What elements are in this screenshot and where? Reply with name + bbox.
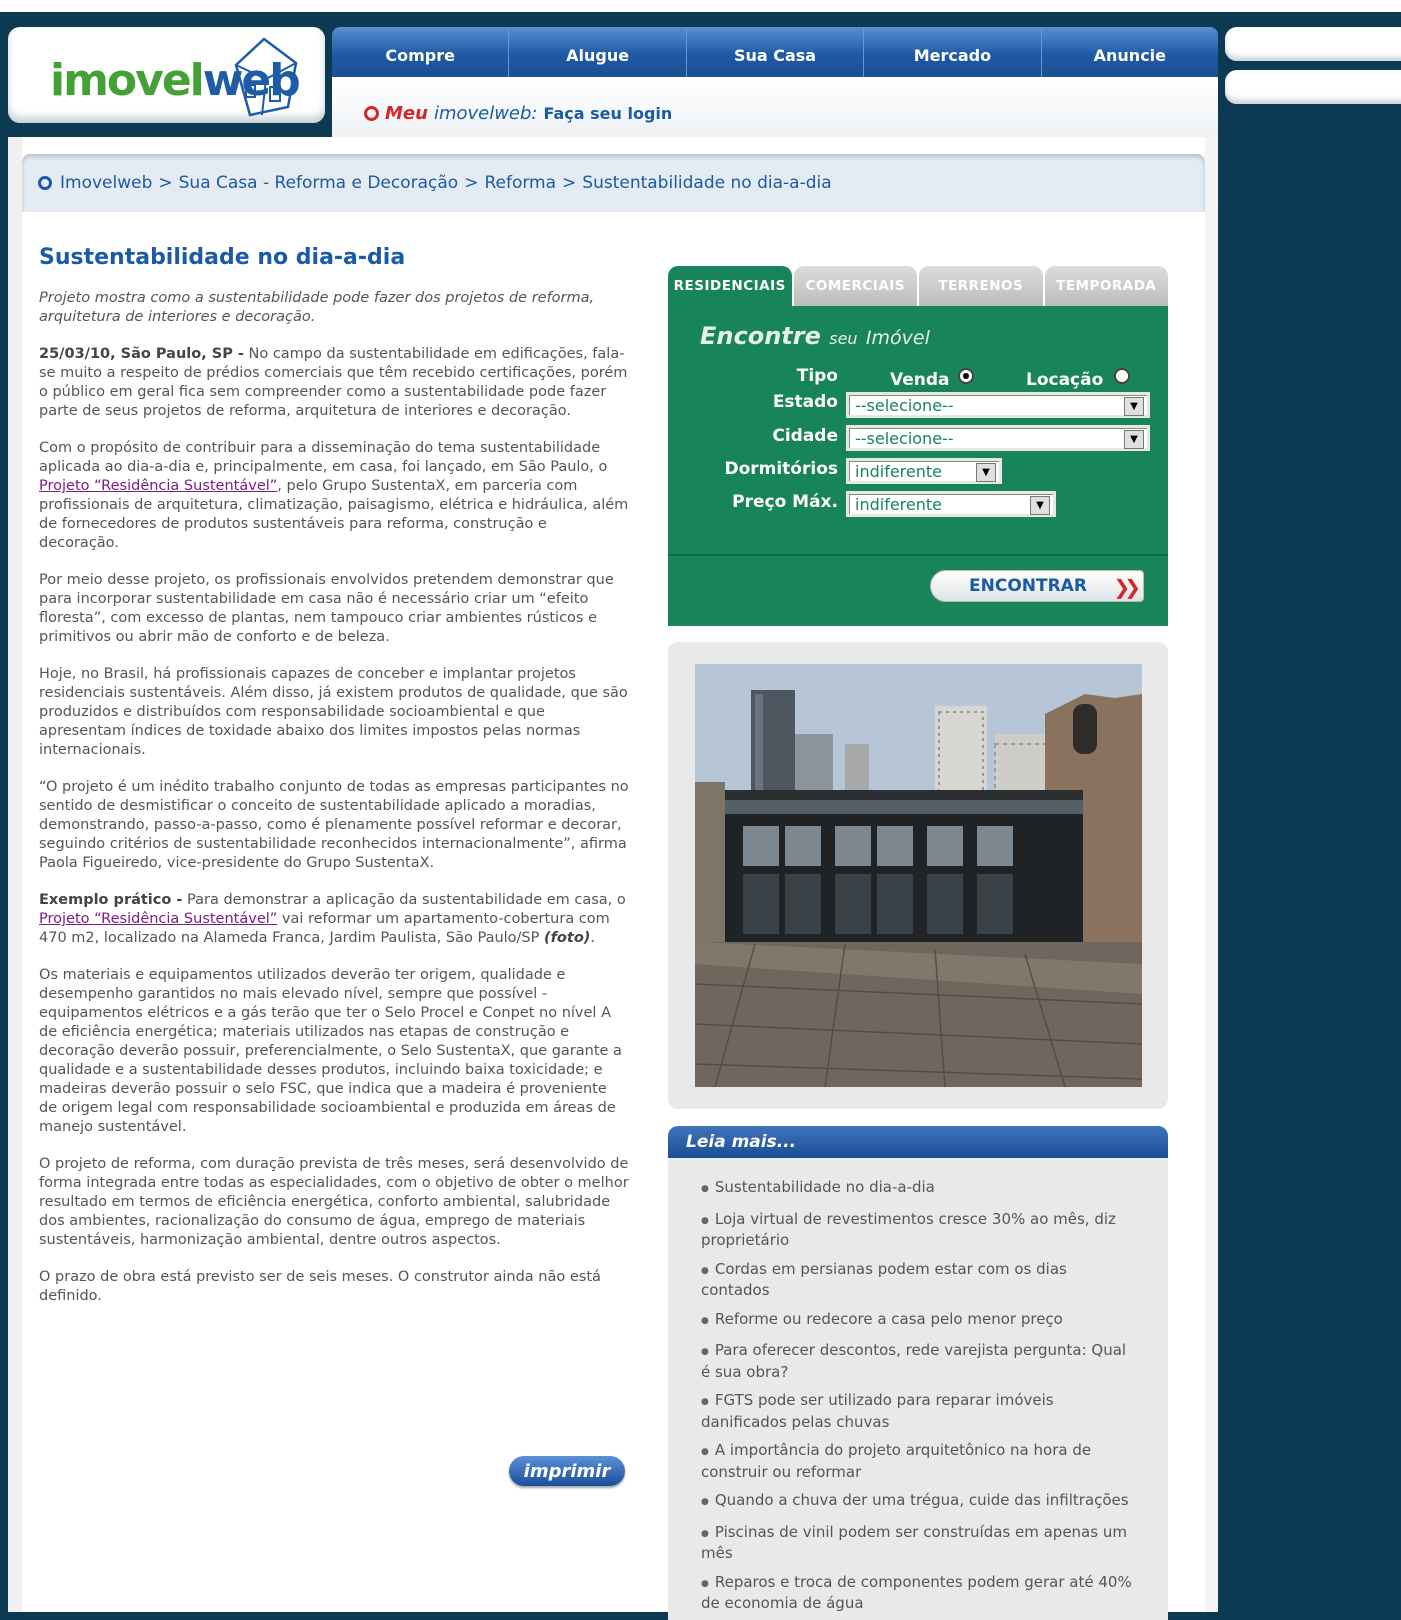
logo[interactable]: imovelweb xyxy=(8,27,325,123)
chevron-down-icon: ▼ xyxy=(1124,397,1144,416)
breadcrumb-separator: > xyxy=(158,173,173,193)
find-button[interactable]: ENCONTRAR ❯❯ xyxy=(930,570,1144,602)
list-item: Para oferecer descontos, rede varejista … xyxy=(701,1341,1140,1381)
tipo-label: Tipo xyxy=(796,366,838,386)
photo-panel xyxy=(668,642,1168,1109)
login-link[interactable]: Meu imovelweb: Faça seu login xyxy=(364,103,672,124)
search-form: Encontre seu Imóvel Tipo Venda Locação E… xyxy=(668,306,1168,626)
login-action: Faça seu login xyxy=(543,104,673,123)
tab-temporada[interactable]: TEMPORADA xyxy=(1044,266,1168,306)
cidade-select[interactable]: --selecione-- ▼ xyxy=(846,425,1150,451)
related-article-link[interactable]: Reforme ou redecore a casa pelo menor pr… xyxy=(715,1310,1063,1328)
related-articles-list: Sustentabilidade no dia-a-dia Loja virtu… xyxy=(668,1158,1168,1613)
breadcrumb-reforma[interactable]: Reforma xyxy=(484,173,556,193)
breadcrumb-separator: > xyxy=(464,173,479,193)
leia-mais-header: Leia mais... xyxy=(668,1126,1168,1158)
article-paragraph: “O projeto é um inédito trabalho conjunt… xyxy=(39,779,629,871)
tab-comerciais[interactable]: COMERCIAIS xyxy=(793,266,917,306)
property-tabs: RESIDENCIAIS COMERCIAIS TERRENOS TEMPORA… xyxy=(668,266,1168,306)
estado-select[interactable]: --selecione-- ▼ xyxy=(846,392,1150,418)
chevron-down-icon: ▼ xyxy=(976,463,996,482)
bullet-icon xyxy=(38,176,52,190)
tab-residenciais[interactable]: RESIDENCIAIS xyxy=(668,266,792,306)
dormitorios-select[interactable]: indiferente ▼ xyxy=(846,458,1002,484)
breadcrumb-current[interactable]: Sustentabilidade no dia-a-dia xyxy=(582,173,831,193)
house-logo-icon xyxy=(234,37,298,117)
print-button[interactable]: imprimir xyxy=(509,1456,625,1486)
login-brand: imovelweb: xyxy=(433,103,538,124)
dormitorios-label: Dormitórios xyxy=(724,459,838,479)
venda-radio[interactable] xyxy=(958,368,974,384)
article-paragraph: Hoje, no Brasil, há profissionais capaze… xyxy=(39,666,628,758)
bullet-icon xyxy=(364,106,379,121)
venda-label: Venda xyxy=(890,370,950,390)
search-title: Encontre seu Imóvel xyxy=(700,322,930,350)
chevron-down-icon: ▼ xyxy=(1030,496,1050,515)
project-link[interactable]: Projeto “Residência Sustentável” xyxy=(39,911,277,927)
related-article-link[interactable]: Cordas em persianas podem estar com os d… xyxy=(701,1260,1067,1300)
content-right-shadow xyxy=(1205,137,1218,1612)
list-item: Quando a chuva der uma trégua, cuide das… xyxy=(701,1491,1140,1513)
leia-mais-panel: Sustentabilidade no dia-a-dia Loja virtu… xyxy=(668,1158,1168,1620)
list-item: Cordas em persianas podem estar com os d… xyxy=(701,1260,1140,1300)
related-article-link[interactable]: Loja virtual de revestimentos cresce 30%… xyxy=(701,1210,1116,1250)
related-article-link[interactable]: FGTS pode ser utilizado para reparar imó… xyxy=(701,1391,1054,1431)
list-item: A importância do projeto arquitetônico n… xyxy=(701,1441,1140,1481)
preco-select[interactable]: indiferente ▼ xyxy=(846,491,1056,517)
breadcrumb-sua-casa[interactable]: Sua Casa - Reforma e Decoração xyxy=(179,173,459,193)
related-article-link[interactable]: A importância do projeto arquitetônico n… xyxy=(701,1441,1091,1481)
nav-anuncie[interactable]: Anuncie xyxy=(1042,27,1218,77)
divider xyxy=(668,554,1168,556)
article-paragraph: Com o propósito de contribuir para a dis… xyxy=(39,440,629,551)
left-border xyxy=(0,12,8,1620)
article-paragraph: O projeto de reforma, com duração previs… xyxy=(39,1156,629,1248)
article-paragraph: O prazo de obra está previsto ser de sei… xyxy=(39,1269,601,1304)
article-paragraph: 25/03/10, São Paulo, SP - No campo da su… xyxy=(39,346,628,419)
sub-nav: Meu imovelweb: Faça seu login xyxy=(332,77,1218,137)
related-article-link[interactable]: Para oferecer descontos, rede varejista … xyxy=(701,1341,1126,1381)
cidade-label: Cidade xyxy=(772,426,838,446)
nav-mercado[interactable]: Mercado xyxy=(864,27,1042,77)
tab-terrenos[interactable]: TERRENOS xyxy=(919,266,1043,306)
estado-label: Estado xyxy=(772,392,838,412)
main-nav: Compre Alugue Sua Casa Mercado Anuncie xyxy=(332,27,1218,77)
locacao-radio[interactable] xyxy=(1114,368,1130,384)
breadcrumb-separator: > xyxy=(562,173,577,193)
article: Sustentabilidade no dia-a-dia Projeto mo… xyxy=(39,245,629,1324)
list-item: Loja virtual de revestimentos cresce 30%… xyxy=(701,1210,1140,1250)
list-item: FGTS pode ser utilizado para reparar imó… xyxy=(701,1391,1140,1431)
right-background xyxy=(1218,12,1401,1620)
locacao-label: Locação xyxy=(1026,370,1104,390)
preco-label: Preço Máx. xyxy=(732,492,838,512)
project-link[interactable]: Projeto “Residência Sustentável” xyxy=(39,478,277,494)
related-article-link[interactable]: Sustentabilidade no dia-a-dia xyxy=(715,1178,935,1196)
list-item: Reparos e troca de componentes podem ger… xyxy=(701,1573,1140,1613)
breadcrumb: Imovelweb > Sua Casa - Reforma e Decoraç… xyxy=(22,154,1205,212)
article-lead: Projeto mostra como a sustentabilidade p… xyxy=(39,290,595,325)
list-item: Sustentabilidade no dia-a-dia xyxy=(701,1178,1140,1200)
article-title: Sustentabilidade no dia-a-dia xyxy=(39,245,406,270)
list-item: Reforme ou redecore a casa pelo menor pr… xyxy=(701,1310,1140,1332)
breadcrumb-home[interactable]: Imovelweb xyxy=(60,173,152,193)
chevron-right-icon: ❯❯ xyxy=(1113,575,1140,599)
header-pill-bottom xyxy=(1225,70,1401,104)
article-paragraph: Exemplo prático - Para demonstrar a apli… xyxy=(39,892,626,946)
content-left-shadow xyxy=(8,137,22,1612)
related-article-link[interactable]: Quando a chuva der uma trégua, cuide das… xyxy=(715,1491,1129,1509)
nav-alugue[interactable]: Alugue xyxy=(509,27,687,77)
chevron-down-icon: ▼ xyxy=(1124,430,1144,449)
terrace-photo xyxy=(695,664,1142,1087)
related-article-link[interactable]: Reparos e troca de componentes podem ger… xyxy=(701,1573,1132,1613)
login-meu: Meu xyxy=(385,103,428,124)
nav-compre[interactable]: Compre xyxy=(332,27,510,77)
list-item: Piscinas de vinil podem ser construídas … xyxy=(701,1523,1140,1563)
related-article-link[interactable]: Piscinas de vinil podem ser construídas … xyxy=(701,1523,1127,1563)
article-paragraph: Por meio desse projeto, os profissionais… xyxy=(39,572,614,645)
header-pill-top xyxy=(1225,27,1401,61)
nav-sua-casa[interactable]: Sua Casa xyxy=(687,27,865,77)
article-paragraph: Os materiais e equipamentos utilizados d… xyxy=(39,967,622,1135)
